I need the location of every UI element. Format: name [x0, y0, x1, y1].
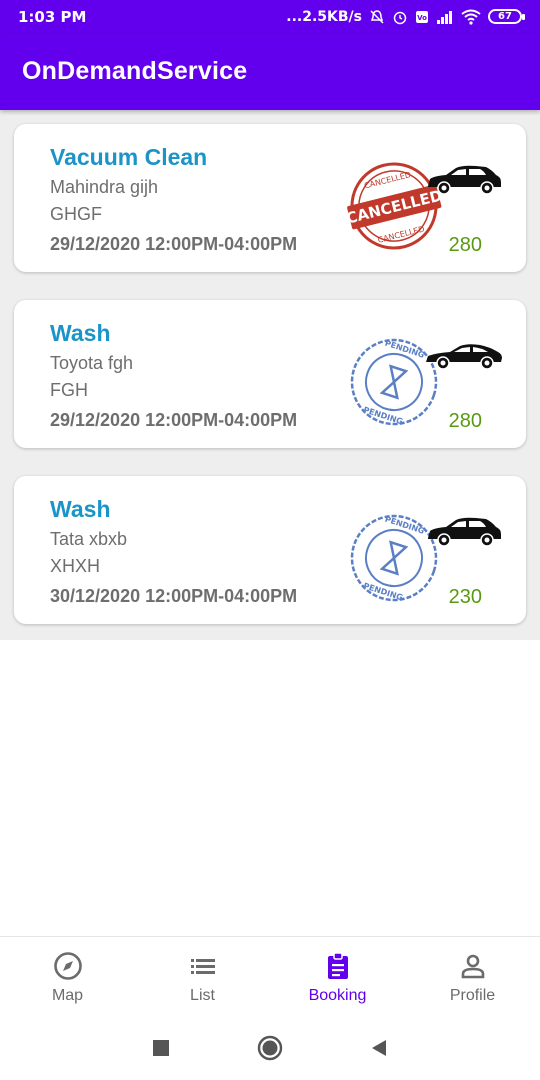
list-icon: [190, 959, 215, 974]
vehicle-name: Tata xbxb: [50, 529, 128, 549]
nav-item-profile[interactable]: Profile: [405, 937, 540, 1016]
back-icon[interactable]: [369, 1038, 389, 1058]
nav-label: Booking: [308, 987, 367, 1004]
nav-item-booking[interactable]: Booking: [270, 937, 405, 1016]
plate-number: XHXH: [50, 556, 101, 576]
clipboard-icon: [327, 952, 348, 979]
plate-number: GHGF: [50, 204, 102, 224]
booking-datetime: 30/12/2020 12:00PM-04:00PM: [50, 586, 298, 606]
booking-price: 280: [448, 410, 482, 432]
recents-icon[interactable]: [151, 1038, 171, 1058]
stamp-top-label: CANCELLED: [363, 170, 412, 190]
car-icon: [428, 165, 501, 195]
battery-icon: 67: [488, 9, 525, 24]
home-icon[interactable]: [257, 1035, 283, 1061]
nav-item-list[interactable]: List: [135, 937, 270, 1016]
plate-number: FGH: [50, 380, 88, 400]
booking-price: 230: [448, 586, 482, 608]
status-bar: 1:03 PM ...2.5KB/s Vo 67: [0, 0, 540, 33]
vehicle-name: Toyota fgh: [50, 353, 134, 373]
svg-text:Vo: Vo: [417, 14, 427, 22]
compass-icon: [53, 952, 82, 980]
person-icon: [461, 954, 484, 979]
booking-list[interactable]: Vacuum Clean Mahindra gijh GHGF 29/12/20…: [0, 110, 540, 640]
nav-label: Profile: [449, 987, 496, 1004]
booking-price: 280: [448, 234, 482, 256]
nav-label: List: [190, 987, 215, 1004]
mute-icon: [369, 9, 385, 25]
service-name: Wash: [50, 496, 111, 522]
nav-label: Map: [51, 987, 84, 1004]
volte-icon: Vo: [415, 10, 429, 24]
alarm-icon: [392, 9, 408, 25]
service-name: Vacuum Clean: [50, 144, 208, 170]
wifi-icon: [461, 9, 481, 25]
bottom-navigation: Map List Booking Profile: [0, 936, 540, 1016]
network-speed: ...2.5KB/s: [286, 8, 362, 25]
app-bar: OnDemandService: [0, 33, 540, 110]
booking-card[interactable]: Wash Tata xbxb XHXH 30/12/2020 12:00PM-0…: [14, 476, 526, 624]
car-icon: [428, 517, 501, 547]
system-navigation-bar: [0, 1016, 540, 1080]
signal-icon: [436, 10, 454, 24]
vehicle-name: Mahindra gijh: [50, 177, 159, 197]
status-time: 1:03 PM: [18, 7, 87, 26]
service-name: Wash: [50, 320, 111, 346]
booking-datetime: 29/12/2020 12:00PM-04:00PM: [50, 410, 298, 430]
booking-card[interactable]: Wash Toyota fgh FGH 29/12/2020 12:00PM-0…: [14, 300, 526, 448]
app-title: OnDemandService: [22, 57, 248, 85]
nav-item-map[interactable]: Map: [0, 937, 135, 1016]
booking-datetime: 29/12/2020 12:00PM-04:00PM: [50, 234, 298, 254]
status-icons: ...2.5KB/s Vo 67: [286, 8, 525, 25]
car-icon: [426, 344, 502, 370]
booking-card[interactable]: Vacuum Clean Mahindra gijh GHGF 29/12/20…: [14, 124, 526, 272]
